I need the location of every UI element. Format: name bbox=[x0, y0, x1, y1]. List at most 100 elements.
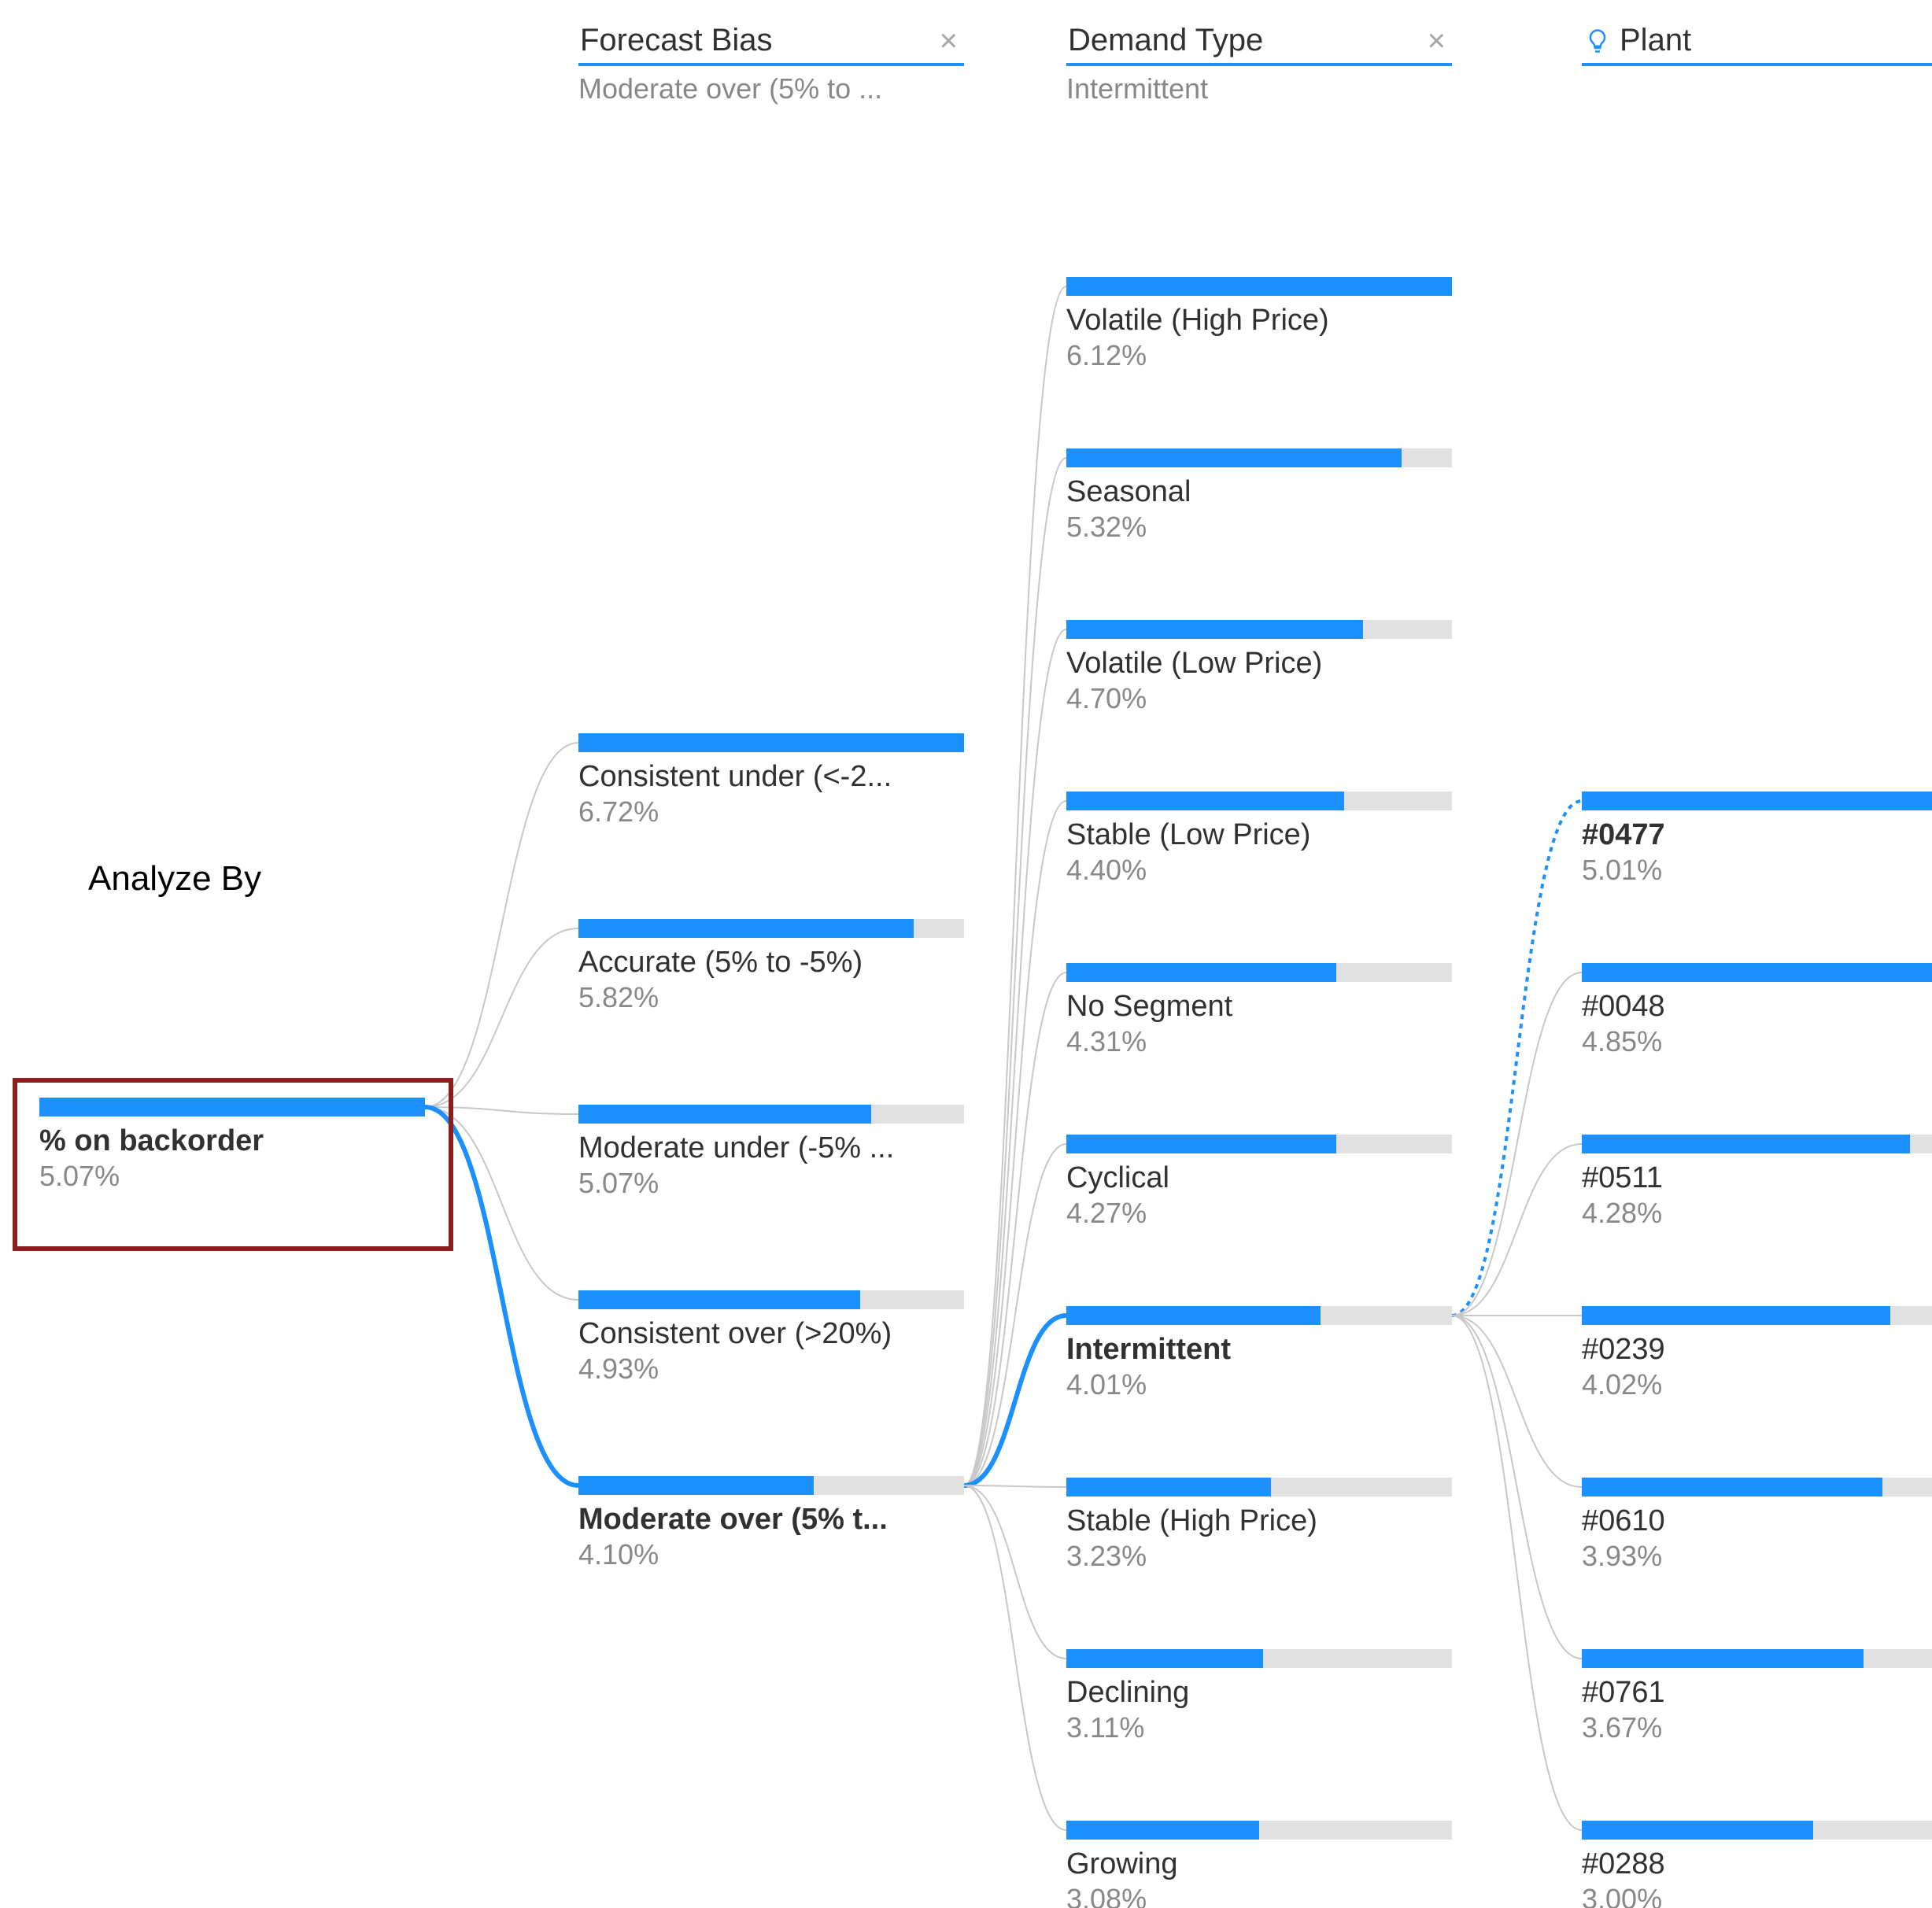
column-header-c2[interactable]: Demand Type × Intermittent bbox=[1066, 20, 1452, 105]
connector-line bbox=[1452, 1316, 1582, 1487]
tree-node[interactable]: Declining3.11% bbox=[1066, 1649, 1452, 1744]
connector-line bbox=[425, 928, 578, 1107]
column-header-c1[interactable]: Forecast Bias × Moderate over (5% to ... bbox=[578, 20, 964, 105]
tree-node[interactable]: Seasonal5.32% bbox=[1066, 448, 1452, 544]
node-bar bbox=[1582, 1821, 1932, 1840]
node-bar-fill bbox=[1066, 1649, 1263, 1668]
node-bar-fill bbox=[578, 1476, 814, 1495]
tree-node[interactable]: Cyclical4.27% bbox=[1066, 1135, 1452, 1230]
tree-node[interactable]: #02394.02% bbox=[1582, 1306, 1932, 1401]
tree-node[interactable]: Volatile (High Price)6.12% bbox=[1066, 277, 1452, 372]
node-bar-fill bbox=[578, 1290, 860, 1309]
node-bar-fill bbox=[1582, 963, 1932, 982]
node-value: 4.40% bbox=[1066, 854, 1452, 887]
node-bar bbox=[1066, 448, 1452, 467]
node-bar bbox=[1582, 1478, 1932, 1497]
column-header-row: Forecast Bias × bbox=[578, 20, 964, 66]
node-bar bbox=[1066, 1478, 1452, 1497]
node-label: Cyclical bbox=[1066, 1161, 1452, 1195]
tree-node[interactable]: #00484.85% bbox=[1582, 963, 1932, 1058]
node-bar bbox=[578, 733, 964, 752]
node-label: Volatile (High Price) bbox=[1066, 304, 1452, 338]
node-bar-fill bbox=[578, 1105, 871, 1124]
tree-node[interactable]: #07613.67% bbox=[1582, 1649, 1932, 1744]
node-bar-fill bbox=[1066, 620, 1363, 639]
tree-node[interactable]: Growing3.08% bbox=[1066, 1821, 1452, 1908]
column-header-c3[interactable]: Plant× bbox=[1582, 20, 1932, 66]
node-bar-fill bbox=[578, 733, 964, 752]
tree-node[interactable]: Intermittent4.01% bbox=[1066, 1306, 1452, 1401]
tree-node[interactable]: % on backorder5.07% bbox=[39, 1098, 425, 1193]
tree-node[interactable]: Consistent under (<-2...6.72% bbox=[578, 733, 964, 829]
node-label: Stable (High Price) bbox=[1066, 1504, 1452, 1538]
node-bar-fill bbox=[1066, 792, 1344, 810]
tree-node[interactable]: #06103.93% bbox=[1582, 1478, 1932, 1573]
node-value: 4.10% bbox=[578, 1538, 964, 1571]
node-value: 4.70% bbox=[1066, 682, 1452, 715]
tree-node[interactable]: Stable (High Price)3.23% bbox=[1066, 1478, 1452, 1573]
tree-node[interactable]: Consistent over (>20%)4.93% bbox=[578, 1290, 964, 1386]
node-bar-fill bbox=[1066, 277, 1452, 296]
node-bar-fill bbox=[1582, 1135, 1910, 1153]
connector-line bbox=[425, 1107, 578, 1300]
node-label: Consistent over (>20%) bbox=[578, 1317, 964, 1351]
tree-node[interactable]: No Segment4.31% bbox=[1066, 963, 1452, 1058]
node-value: 4.02% bbox=[1582, 1368, 1932, 1401]
node-value: 3.23% bbox=[1066, 1540, 1452, 1573]
column-subtitle: Intermittent bbox=[1066, 72, 1452, 105]
lightbulb-icon bbox=[1583, 27, 1612, 55]
node-value: 4.01% bbox=[1066, 1368, 1452, 1401]
node-value: 5.82% bbox=[578, 981, 964, 1014]
node-bar bbox=[1066, 277, 1452, 296]
connector-line bbox=[964, 972, 1066, 1485]
close-icon[interactable]: × bbox=[1423, 25, 1450, 57]
tree-node[interactable]: #02883.00% bbox=[1582, 1821, 1932, 1908]
node-bar bbox=[39, 1098, 425, 1116]
node-bar-fill bbox=[578, 919, 914, 938]
connector-line bbox=[964, 1144, 1066, 1485]
node-bar bbox=[1066, 1135, 1452, 1153]
tree-node[interactable]: Volatile (Low Price)4.70% bbox=[1066, 620, 1452, 715]
node-bar bbox=[1066, 1306, 1452, 1325]
node-value: 5.01% bbox=[1582, 854, 1932, 887]
node-bar bbox=[1582, 1135, 1932, 1153]
node-value: 3.93% bbox=[1582, 1540, 1932, 1573]
node-label: Moderate over (5% t... bbox=[578, 1503, 964, 1537]
tree-node[interactable]: Stable (Low Price)4.40% bbox=[1066, 792, 1452, 887]
column-title: Demand Type bbox=[1068, 23, 1263, 58]
column-header-row: Demand Type × bbox=[1066, 20, 1452, 66]
node-value: 5.07% bbox=[578, 1167, 964, 1200]
node-label: Stable (Low Price) bbox=[1066, 818, 1452, 852]
node-label: Accurate (5% to -5%) bbox=[578, 946, 964, 980]
column-subtitle: Moderate over (5% to ... bbox=[578, 72, 964, 105]
node-bar-fill bbox=[1582, 1821, 1813, 1840]
node-value: 6.12% bbox=[1066, 339, 1452, 372]
node-value: 4.27% bbox=[1066, 1197, 1452, 1230]
column-title: Forecast Bias bbox=[580, 23, 773, 58]
node-bar-fill bbox=[1582, 1478, 1882, 1497]
connector-line bbox=[425, 1107, 578, 1485]
tree-node[interactable]: #05114.28% bbox=[1582, 1135, 1932, 1230]
close-icon[interactable]: × bbox=[935, 25, 962, 57]
node-bar-fill bbox=[1066, 1306, 1321, 1325]
node-label: Growing bbox=[1066, 1847, 1452, 1881]
tree-node[interactable]: Accurate (5% to -5%)5.82% bbox=[578, 919, 964, 1014]
node-label: Intermittent bbox=[1066, 1333, 1452, 1367]
tree-node[interactable]: Moderate under (-5% ...5.07% bbox=[578, 1105, 964, 1200]
node-bar-fill bbox=[1066, 1478, 1271, 1497]
decomposition-tree-visual: Analyze By Forecast Bias×Moderate over (… bbox=[0, 0, 1932, 1908]
node-value: 4.85% bbox=[1582, 1025, 1932, 1058]
node-label: #0477 bbox=[1582, 818, 1932, 852]
node-bar bbox=[1066, 1821, 1452, 1840]
connector-line bbox=[425, 743, 578, 1107]
node-label: #0048 bbox=[1582, 990, 1932, 1024]
tree-node[interactable]: #04775.01% bbox=[1582, 792, 1932, 887]
tree-node[interactable]: Moderate over (5% t...4.10% bbox=[578, 1476, 964, 1571]
node-label: Declining bbox=[1066, 1676, 1452, 1710]
node-bar bbox=[578, 919, 964, 938]
node-bar bbox=[1066, 963, 1452, 982]
node-value: 4.93% bbox=[578, 1353, 964, 1386]
node-value: 6.72% bbox=[578, 795, 964, 829]
connector-line bbox=[964, 458, 1066, 1485]
node-label: #0239 bbox=[1582, 1333, 1932, 1367]
